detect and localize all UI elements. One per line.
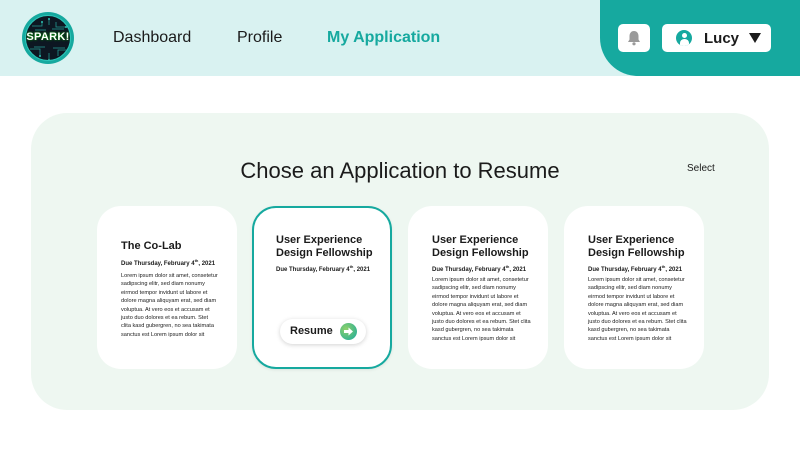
card-due-date: Due Thursday, February 4th, 2021 bbox=[121, 258, 216, 267]
caret-down-icon bbox=[749, 33, 761, 43]
logo-text: SPARK! bbox=[26, 31, 70, 43]
spark-logo[interactable]: SPARK! bbox=[25, 15, 71, 61]
card-due-date: Due Thursday, February 4th, 2021 bbox=[276, 264, 371, 273]
card-description: Lorem ipsum dolor sit amet, consetetur s… bbox=[121, 273, 218, 338]
resume-button[interactable]: Resume bbox=[280, 319, 366, 344]
card-title: User Experience Design Fellowship bbox=[276, 234, 373, 259]
user-icon bbox=[676, 30, 692, 46]
logo-ring: SPARK! bbox=[22, 12, 74, 64]
user-menu-button[interactable]: Lucy bbox=[662, 24, 771, 52]
card-title: The Co-Lab bbox=[121, 240, 182, 252]
select-button[interactable]: Select bbox=[687, 163, 715, 174]
nav-profile[interactable]: Profile bbox=[237, 29, 282, 47]
bell-icon bbox=[628, 31, 640, 46]
application-card-co-lab[interactable]: The Co-Lab Due Thursday, February 4th, 2… bbox=[97, 206, 237, 369]
card-due-date: Due Thursday, February 4th, 2021 bbox=[588, 264, 683, 273]
nav-my-application[interactable]: My Application bbox=[327, 29, 440, 47]
card-description: Lorem ipsum dolor sit amet, consetetur s… bbox=[432, 277, 531, 342]
nav-dashboard[interactable]: Dashboard bbox=[113, 29, 191, 47]
application-panel: Chose an Application to Resume Select Th… bbox=[31, 113, 769, 410]
card-title: User Experience Design Fellowship bbox=[588, 234, 685, 259]
card-due-date: Due Thursday, February 4th, 2021 bbox=[432, 264, 527, 273]
notifications-button[interactable] bbox=[618, 24, 650, 52]
arrow-right-icon bbox=[340, 323, 357, 340]
application-card-ux-fellowship-3[interactable]: User Experience Design Fellowship Due Th… bbox=[564, 206, 704, 369]
page-title: Chose an Application to Resume bbox=[240, 158, 560, 183]
resume-label: Resume bbox=[290, 325, 333, 337]
top-bar: SPARK! Dashboard Profile My Application … bbox=[0, 0, 800, 76]
application-card-ux-fellowship-2[interactable]: User Experience Design Fellowship Due Th… bbox=[408, 206, 548, 369]
user-name: Lucy bbox=[704, 30, 740, 47]
application-card-ux-fellowship-selected[interactable]: User Experience Design Fellowship Due Th… bbox=[252, 206, 392, 369]
card-title: User Experience Design Fellowship bbox=[432, 234, 529, 259]
card-description: Lorem ipsum dolor sit amet, consetetur s… bbox=[588, 277, 687, 342]
